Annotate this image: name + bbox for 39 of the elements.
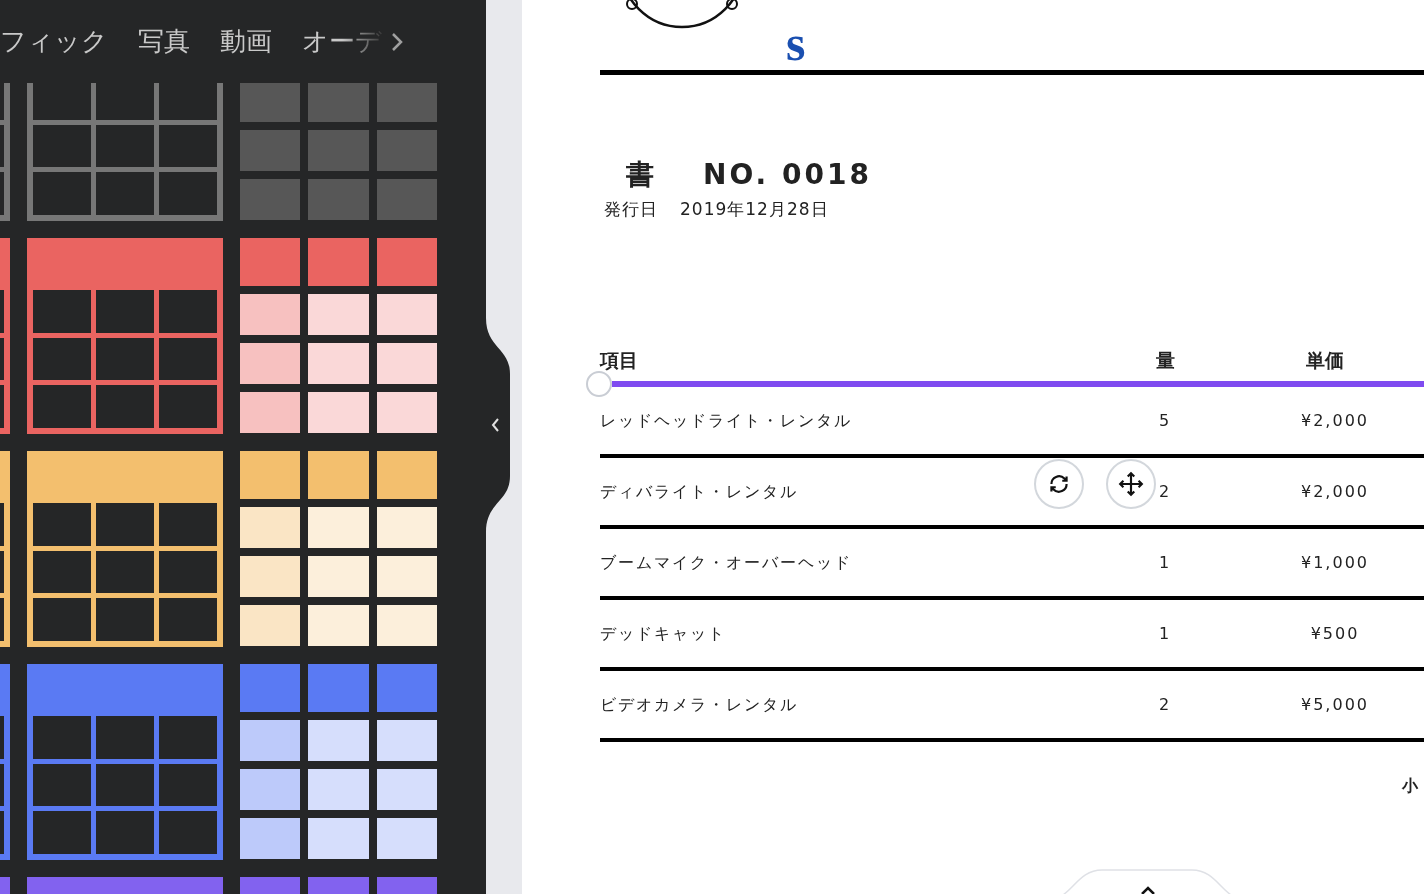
swatch-template[interactable]: [240, 664, 437, 860]
move-icon: [1118, 471, 1144, 497]
table-cell-text: ¥2,000: [1301, 480, 1369, 503]
table-cell-text: 2: [1158, 693, 1172, 716]
swatch-template[interactable]: [240, 238, 437, 434]
category-tab[interactable]: フィック: [0, 22, 108, 61]
table-cell-text: ¥500: [1310, 622, 1360, 645]
resize-handle[interactable]: [586, 371, 612, 397]
move-button[interactable]: [1106, 459, 1156, 509]
column-header: 量: [1154, 347, 1176, 373]
table-cell: ビデオカメラ・レンタル: [600, 694, 798, 714]
table-cell: レッドヘッドライト・レンタル: [600, 410, 852, 430]
rotate-button[interactable]: [1034, 459, 1084, 509]
chevron-right-icon[interactable]: [390, 30, 404, 53]
table-cell: ディバライト・レンタル: [600, 481, 798, 501]
table-cell-text: ¥2,000: [1301, 409, 1369, 432]
table-template[interactable]: [27, 664, 223, 860]
table-template[interactable]: [27, 238, 223, 434]
table-cell: デッドキャット: [600, 623, 726, 643]
table-cell-text: ¥5,000: [1301, 693, 1369, 716]
issue-date: 2019年12月28日: [680, 198, 829, 222]
category-tab[interactable]: 写真: [138, 22, 190, 61]
column-header: 項目: [600, 347, 639, 373]
table-template[interactable]: [27, 451, 223, 647]
subtotal-label: 小: [1402, 775, 1418, 797]
table-cell-text: 5: [1158, 409, 1172, 432]
document-number: NO. 0018: [703, 157, 872, 193]
table-cell-text: 1: [1158, 622, 1172, 645]
document-title: 書: [626, 157, 657, 193]
table-cell: ブームマイク・オーバーヘッド: [600, 552, 852, 572]
category-tab[interactable]: 動画: [220, 22, 272, 61]
table-cell-text: 2: [1158, 480, 1172, 503]
table-cell-text: 1: [1158, 551, 1172, 574]
issue-date-label: 発行日: [604, 198, 658, 222]
swatch-template[interactable]: [240, 83, 437, 221]
column-header: 単価: [1305, 347, 1345, 373]
swatch-template[interactable]: [240, 451, 437, 647]
company-name: s: [786, 18, 806, 68]
table-cell-text: ¥1,000: [1301, 551, 1369, 574]
